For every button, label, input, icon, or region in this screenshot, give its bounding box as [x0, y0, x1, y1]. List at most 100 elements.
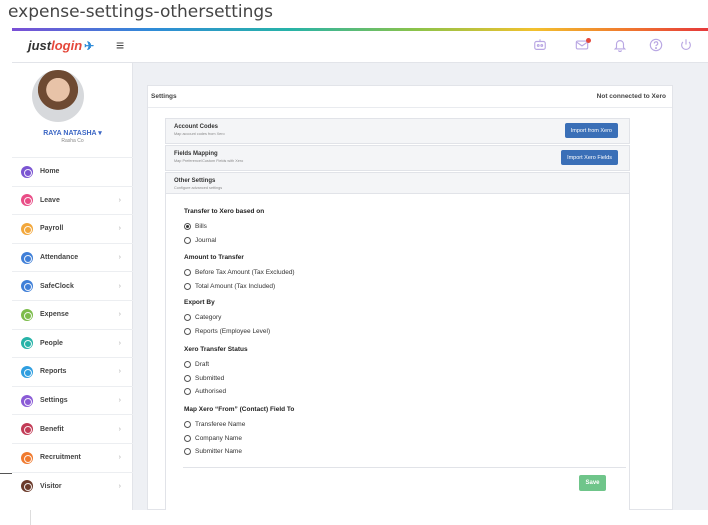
option-label: Category	[195, 314, 222, 322]
sidebar-item-attendance[interactable]: Attendance ›	[12, 242, 133, 272]
sidebar-item-label: Benefit	[40, 425, 64, 433]
radio-category[interactable]: Category	[184, 311, 270, 325]
decorative-line	[0, 473, 12, 474]
logo-text-login: login	[51, 38, 83, 53]
decorative-line	[30, 510, 31, 525]
group-title: Xero Transfer Status	[184, 346, 248, 353]
radio-unchecked-icon	[184, 269, 191, 277]
sidebar-item-safeclock[interactable]: SafeClock ›	[12, 271, 133, 300]
group-title: Export By	[184, 299, 215, 306]
section-title: Fields Mapping	[174, 151, 218, 157]
radio-authorised[interactable]: Authorised	[184, 385, 248, 399]
radio-total-amount[interactable]: Total Amount (Tax Included)	[184, 280, 295, 294]
import-xero-fields-button[interactable]: Import Xero Fields	[561, 150, 618, 165]
app-window: justlogin ✈ ≡ RAYA NATASHA ▾ Rasha Co Hom…	[12, 28, 708, 510]
user-company: Rasha Co	[61, 138, 84, 144]
sidebar-item-label: Visitor	[40, 482, 62, 490]
visitor-icon	[21, 480, 33, 493]
sidebar-item-payroll[interactable]: Payroll ›	[12, 214, 133, 243]
group-title: Amount to Transfer	[184, 254, 244, 261]
sidebar-item-recruitment[interactable]: Recruitment ›	[12, 442, 133, 472]
option-label: Total Amount (Tax Included)	[195, 282, 276, 290]
sidebar-item-label: Leave	[40, 196, 60, 204]
sidebar-item-settings[interactable]: Settings ›	[12, 385, 133, 415]
radio-before-tax[interactable]: Before Tax Amount (Tax Excluded)	[184, 266, 295, 280]
sidebar-item-expense[interactable]: Expense ›	[12, 299, 133, 329]
paper-plane-icon: ✈	[84, 39, 95, 53]
radio-draft[interactable]: Draft	[184, 358, 248, 372]
sidebar-item-label: Expense	[40, 311, 69, 319]
section-subtitle: Map Preference/Custom Fields with Xero	[174, 159, 244, 163]
chevron-right-icon: ›	[118, 425, 121, 433]
radio-unchecked-icon	[184, 282, 191, 290]
user-avatar[interactable]	[32, 70, 84, 122]
robot-icon[interactable]	[532, 38, 548, 54]
menu-toggle-icon[interactable]: ≡	[116, 37, 124, 53]
recruitment-icon	[21, 451, 33, 464]
other-settings-section[interactable]: Other Settings Configure advanced settin…	[165, 172, 630, 194]
section-subtitle: Configure advanced settings	[174, 186, 223, 190]
option-label: Company Name	[195, 434, 242, 442]
section-subtitle: Map account codes from Xero	[174, 132, 225, 136]
option-label: Reports (Employee Level)	[195, 327, 271, 335]
option-label: Authorised	[195, 388, 227, 396]
option-label: Before Tax Amount (Tax Excluded)	[195, 269, 295, 277]
sidebar-item-leave[interactable]: Leave ›	[12, 185, 133, 215]
chevron-right-icon: ›	[118, 282, 121, 290]
option-label: Submitter Name	[195, 448, 242, 456]
radio-submitted[interactable]: Submitted	[184, 372, 248, 386]
radio-transferee-name[interactable]: Transferee Name	[184, 418, 294, 432]
page-title: Settings	[151, 93, 177, 100]
sidebar-item-label: Recruitment	[40, 454, 81, 462]
xero-connection-status: Not connected to Xero	[596, 93, 666, 100]
chevron-right-icon: ›	[118, 311, 121, 319]
sidebar-item-label: Reports	[40, 368, 67, 376]
app-logo[interactable]: justlogin ✈	[28, 38, 94, 53]
sidebar-item-label: Payroll	[40, 225, 64, 233]
import-from-xero-button[interactable]: Import from Xero	[564, 123, 618, 138]
bell-icon[interactable]	[612, 38, 628, 54]
amount-to-transfer-group: Amount to Transfer Before Tax Amount (Ta…	[184, 254, 295, 293]
radio-unchecked-icon	[184, 327, 191, 335]
user-name[interactable]: RAYA NATASHA ▾	[12, 129, 133, 137]
radio-bills[interactable]: Bills	[184, 220, 264, 234]
people-icon	[21, 337, 33, 350]
radio-journal[interactable]: Journal	[184, 234, 264, 248]
chevron-right-icon: ›	[118, 397, 121, 405]
radio-unchecked-icon	[184, 434, 191, 442]
panel-header: Settings Not connected to Xero	[148, 86, 672, 108]
leave-icon	[21, 194, 33, 207]
radio-company-name[interactable]: Company Name	[184, 432, 294, 446]
divider	[183, 467, 626, 468]
settings-panel: Settings Not connected to Xero Account C…	[147, 85, 673, 510]
option-label: Draft	[195, 361, 210, 369]
help-icon[interactable]	[648, 38, 664, 54]
sidebar: RAYA NATASHA ▾ Rasha Co Home Leave › Payr…	[12, 63, 133, 510]
sidebar-nav: Home Leave › Payroll › Attendance › SafeClo…	[12, 157, 133, 500]
top-bar: justlogin ✈ ≡	[12, 31, 708, 63]
save-button[interactable]: Save	[579, 475, 606, 491]
reports-icon	[21, 365, 33, 378]
sidebar-item-reports[interactable]: Reports ›	[12, 357, 133, 386]
radio-unchecked-icon	[184, 421, 191, 429]
sidebar-item-home[interactable]: Home	[12, 157, 133, 186]
radio-checked-icon	[184, 223, 191, 231]
transfer-basis-group: Transfer to Xero based on Bills Journal	[184, 208, 264, 247]
radio-reports-employee-level[interactable]: Reports (Employee Level)	[184, 325, 270, 339]
radio-submitter-name[interactable]: Submitter Name	[184, 445, 294, 459]
fields-mapping-section: Fields Mapping Map Preference/Custom Fie…	[165, 145, 630, 171]
other-settings-body: Transfer to Xero based on Bills Journal …	[165, 194, 630, 510]
group-title: Map Xero “From” (Contact) Field To	[184, 406, 295, 413]
chevron-right-icon: ›	[118, 454, 121, 462]
chevron-right-icon: ›	[118, 368, 121, 376]
sidebar-item-people[interactable]: People ›	[12, 328, 133, 358]
power-icon[interactable]	[678, 38, 694, 54]
clock-icon	[21, 280, 33, 293]
xero-transfer-status-group: Xero Transfer Status Draft Submitted Aut…	[184, 346, 248, 399]
sidebar-item-visitor[interactable]: Visitor ›	[12, 471, 133, 501]
sidebar-item-label: Attendance	[40, 254, 79, 262]
sidebar-item-benefit[interactable]: Benefit ›	[12, 414, 133, 443]
mail-icon[interactable]	[574, 38, 591, 54]
sidebar-item-label: Settings	[40, 397, 68, 405]
export-by-group: Export By Category Reports (Employee Lev…	[184, 299, 270, 338]
